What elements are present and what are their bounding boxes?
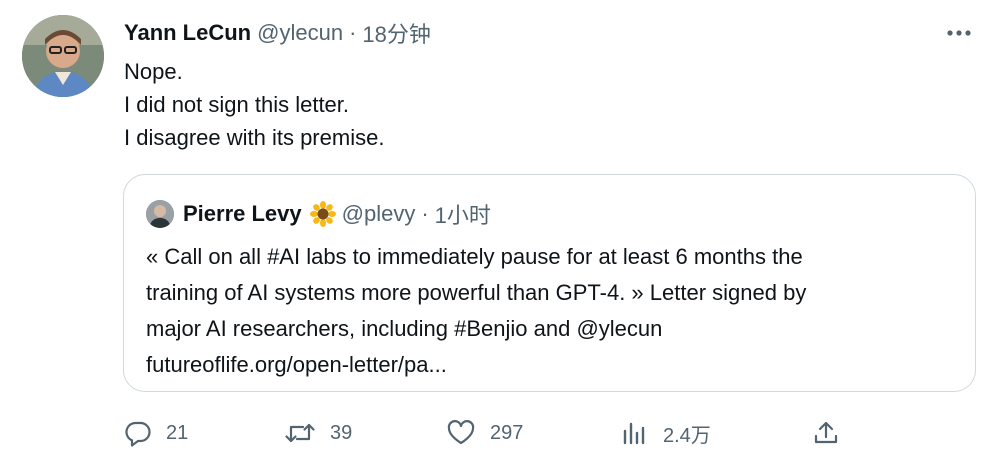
tweet-line: I did not sign this letter.: [124, 92, 350, 117]
quoted-header: Pierre Levy @plevy · 1小时: [146, 199, 491, 229]
quoted-text: « Call on all #AI labs to immediately pa…: [146, 239, 956, 383]
retweet-icon: [284, 419, 316, 447]
tweet-header: Yann LeCun @ylecun · 18分钟: [124, 17, 431, 49]
sunflower-icon: [309, 201, 336, 227]
reply-count: 21: [166, 421, 189, 444]
quoted-line: « Call on all #AI labs to immediately pa…: [146, 244, 803, 269]
quoted-author-name: Pierre Levy: [183, 201, 302, 226]
author-avatar[interactable]: [22, 15, 104, 97]
like-button[interactable]: 297: [446, 416, 523, 450]
quoted-time: 1小时: [434, 203, 491, 228]
separator: ·: [421, 201, 429, 226]
share-icon: [812, 419, 840, 447]
quoted-tweet[interactable]: Pierre Levy @plevy · 1小时 « Call on all #…: [123, 174, 976, 392]
quoted-line: major AI researchers, including #Benjio …: [146, 316, 663, 341]
separator: ·: [349, 20, 357, 45]
more-icon[interactable]: [942, 18, 976, 48]
retweet-count: 39: [330, 421, 353, 444]
views-count: 2.4万: [663, 424, 711, 447]
tweet-line: Nope.: [124, 59, 183, 84]
tweet-text: Nope. I did not sign this letter. I disa…: [124, 55, 944, 154]
tweet-time[interactable]: 18分钟: [362, 17, 430, 49]
author-handle[interactable]: @ylecun: [257, 20, 343, 46]
reply-button[interactable]: 21: [124, 416, 188, 450]
author-name[interactable]: Yann LeCun: [124, 20, 251, 46]
quoted-author-avatar: [146, 200, 174, 228]
views-button[interactable]: 2.4万: [621, 416, 711, 450]
views-icon: [621, 419, 649, 447]
like-icon: [446, 419, 476, 447]
share-button[interactable]: [812, 416, 840, 450]
quoted-author-handle: @plevy: [341, 201, 416, 226]
like-count: 297: [490, 421, 524, 444]
quoted-line: training of AI systems more powerful tha…: [146, 280, 807, 305]
tweet-line: I disagree with its premise.: [124, 125, 385, 150]
retweet-button[interactable]: 39: [284, 416, 352, 450]
quoted-link[interactable]: futureoflife.org/open-letter/pa...: [146, 347, 956, 383]
action-bar: 21 39 297 2.4万: [124, 416, 844, 450]
reply-icon: [124, 419, 152, 447]
